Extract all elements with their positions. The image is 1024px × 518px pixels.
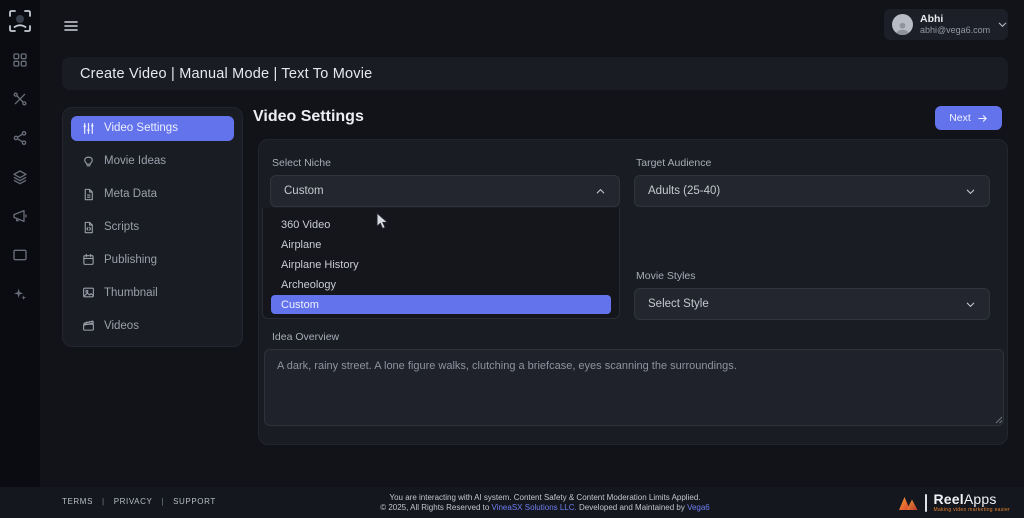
terms-link[interactable]: TERMS: [62, 497, 93, 506]
option-airplane[interactable]: Airplane: [271, 235, 611, 254]
brand-name-light: Apps: [963, 491, 997, 507]
sidebar-item-videos[interactable]: Videos: [71, 313, 234, 338]
select-niche-dropdown[interactable]: Custom: [270, 175, 620, 207]
calendar-icon: [82, 253, 95, 266]
select-niche-options-list: 360 Video Airplane Airplane History Arch…: [262, 208, 620, 319]
option-archeology[interactable]: Archeology: [271, 275, 611, 294]
support-link[interactable]: SUPPORT: [173, 497, 216, 506]
sidebar-item-thumbnail[interactable]: Thumbnail: [71, 280, 234, 305]
movie-styles-dropdown[interactable]: Select Style: [634, 288, 990, 320]
vineasx-link[interactable]: VineaSX Solutions LLC.: [492, 503, 577, 512]
brand-divider: [925, 493, 928, 512]
breadcrumb-title-bar: Create Video | Manual Mode | Text To Mov…: [62, 57, 1008, 90]
chevron-up-icon: [595, 186, 606, 197]
target-audience-label: Target Audience: [636, 157, 712, 169]
brand-name-bold: Reel: [933, 491, 964, 507]
vega6-link[interactable]: Vega6: [687, 503, 710, 512]
avatar: [892, 14, 913, 35]
footer-notice: You are interacting with AI system. Cont…: [300, 493, 790, 513]
left-icon-rail: [0, 0, 40, 487]
sidebar-item-scripts[interactable]: Scripts: [71, 215, 234, 240]
chevron-down-icon: [965, 186, 976, 197]
file-icon: [82, 188, 95, 201]
user-email: abhi@vega6.com: [920, 25, 991, 36]
ai-notice-line: You are interacting with AI system. Cont…: [389, 493, 701, 502]
movie-styles-value: Select Style: [648, 298, 709, 310]
sliders-icon: [82, 122, 95, 135]
brand-text: ReelApps Making video marketing easier: [933, 492, 1010, 513]
sidebar-item-label: Videos: [104, 319, 139, 332]
reelapps-brand: ReelApps Making video marketing easier: [898, 492, 1010, 513]
select-niche-label: Select Niche: [272, 157, 331, 169]
user-meta: Abhi abhi@vega6.com: [920, 13, 990, 35]
section-heading: Video Settings: [253, 108, 364, 125]
app-logo-face-scan-icon[interactable]: [7, 8, 33, 34]
sidebar-item-label: Meta Data: [104, 188, 158, 201]
sidebar-item-meta-data[interactable]: Meta Data: [71, 182, 234, 207]
share-icon[interactable]: [12, 130, 28, 146]
window-icon[interactable]: [12, 247, 28, 263]
movie-styles-label: Movie Styles: [636, 270, 696, 282]
user-profile-menu[interactable]: Abhi abhi@vega6.com: [884, 9, 1008, 40]
copyright-line: © 2025, All Rights Reserved to VineaSX S…: [300, 503, 790, 513]
target-audience-dropdown[interactable]: Adults (25-40): [634, 175, 990, 207]
code-file-icon: [82, 221, 95, 234]
split-nodes-icon[interactable]: [12, 91, 28, 107]
hamburger-menu-icon[interactable]: [63, 18, 79, 34]
select-niche-value: Custom: [284, 185, 324, 197]
footer-separator: |: [161, 497, 165, 506]
copyright-mid: Developed and Maintained by: [576, 503, 688, 512]
sidebar-item-label: Movie Ideas: [104, 155, 167, 168]
sidebar-item-label: Thumbnail: [104, 286, 158, 299]
page-title: Create Video | Manual Mode | Text To Mov…: [80, 65, 373, 82]
sparkles-icon[interactable]: [12, 286, 28, 302]
user-name: Abhi: [920, 13, 944, 26]
sidebar-item-label: Scripts: [104, 221, 140, 233]
image-icon: [82, 286, 95, 299]
workflow-sidebar: Video Settings Movie Ideas Meta Data Scr…: [62, 107, 243, 347]
footer-separator: |: [102, 497, 105, 506]
next-button-label: Next: [949, 112, 971, 124]
reelapps-logo-icon: [899, 496, 918, 510]
footer-links: TERMS | PRIVACY | SUPPORT: [62, 497, 216, 506]
sidebar-item-publishing[interactable]: Publishing: [71, 247, 234, 272]
sidebar-item-label: Video Settings: [104, 122, 178, 135]
sidebar-item-video-settings[interactable]: Video Settings: [71, 116, 234, 141]
brand-tagline: Making video marketing easier: [933, 507, 1010, 513]
chevron-down-icon: [965, 299, 976, 310]
arrow-right-icon: [978, 114, 987, 122]
option-airplane-history[interactable]: Airplane History: [271, 255, 611, 274]
layers-icon[interactable]: [12, 169, 28, 185]
copyright-prefix: © 2025, All Rights Reserved to: [380, 503, 492, 512]
clapperboard-icon: [82, 319, 95, 332]
option-custom-highlighted[interactable]: Custom: [271, 295, 611, 314]
idea-overview-label: Idea Overview: [272, 331, 340, 343]
lightbulb-icon: [82, 155, 95, 168]
option-360-video[interactable]: 360 Video: [271, 215, 611, 234]
chevron-down-icon: [997, 19, 1008, 30]
sidebar-item-label: Publishing: [104, 253, 158, 266]
idea-overview-textarea[interactable]: [264, 349, 1004, 426]
dashboard-grid-icon[interactable]: [12, 52, 28, 68]
sidebar-item-movie-ideas[interactable]: Movie Ideas: [71, 149, 234, 174]
target-audience-value: Adults (25-40): [648, 185, 721, 197]
megaphone-icon[interactable]: [12, 208, 28, 224]
next-button[interactable]: Next: [935, 106, 1002, 130]
footer: TERMS | PRIVACY | SUPPORT You are intera…: [0, 487, 1024, 518]
privacy-link[interactable]: PRIVACY: [114, 497, 153, 506]
